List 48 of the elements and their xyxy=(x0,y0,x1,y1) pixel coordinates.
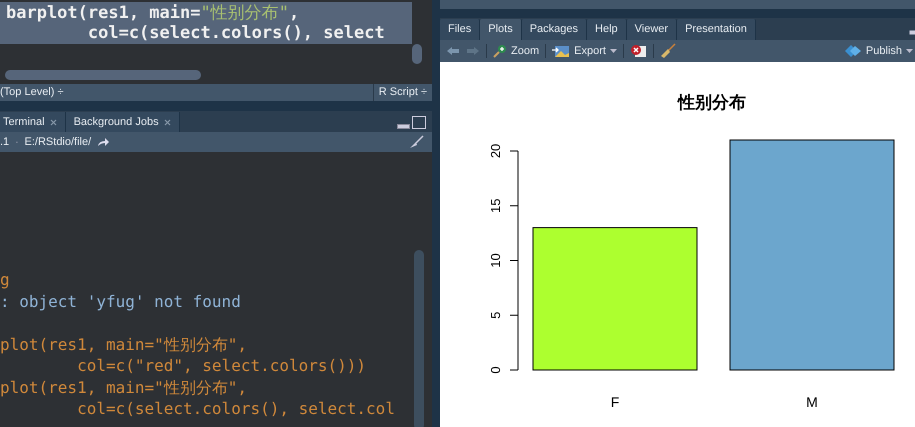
caret-icon xyxy=(906,49,913,53)
close-icon[interactable] xyxy=(164,118,171,126)
scrollbar[interactable] xyxy=(414,250,424,427)
console-line: plot(res1, main="性别分布", xyxy=(0,376,248,398)
image-icon xyxy=(552,44,570,58)
error-message: : object 'yfug' not found xyxy=(0,290,242,312)
publish-icon xyxy=(844,44,862,58)
tab[interactable]: Packages xyxy=(522,19,588,40)
category-label: F xyxy=(610,394,620,410)
axis-tick-label: 10 xyxy=(488,253,503,268)
caret-icon xyxy=(610,49,617,53)
minimize-icon[interactable] xyxy=(909,30,915,35)
delete-plot-icon[interactable] xyxy=(630,44,647,58)
tab[interactable]: Terminal xyxy=(0,112,66,132)
tab[interactable]: Help xyxy=(587,19,627,40)
axis-tick-label: 20 xyxy=(488,144,503,158)
magnifier-icon xyxy=(493,44,507,58)
arrow-icon[interactable] xyxy=(97,137,110,147)
console-line: col=c("red", select.colors())) xyxy=(76,355,368,376)
console-line: g xyxy=(0,269,11,290)
code-line: barplot(res1, main="性别分布", xyxy=(6,3,300,23)
scope-selector[interactable]: (Top Level) ÷ xyxy=(0,84,64,101)
close-icon[interactable] xyxy=(50,118,57,126)
broom-icon[interactable] xyxy=(660,43,676,59)
publish-button[interactable]: Publish xyxy=(844,42,913,60)
tab[interactable]: Files xyxy=(440,19,480,40)
maximize-icon[interactable] xyxy=(412,116,426,129)
axis-tick-label: 5 xyxy=(488,312,503,319)
category-label: M xyxy=(806,394,818,410)
export-button[interactable]: Export xyxy=(552,42,617,60)
scrollbar[interactable] xyxy=(412,44,422,64)
separator-dot: · xyxy=(15,136,19,150)
chart-title: 性别分布 xyxy=(678,93,746,113)
r-version: .1 xyxy=(0,134,10,150)
working-directory: E:/RStdio/file/ xyxy=(24,134,92,150)
tab[interactable]: Background Jobs xyxy=(66,112,180,132)
broom-icon[interactable] xyxy=(408,135,424,149)
zoom-button[interactable]: Zoom xyxy=(493,42,540,60)
tab[interactable]: Presentation xyxy=(677,19,756,40)
scrollbar[interactable] xyxy=(5,70,201,80)
console-line: plot(res1, main="性别分布", xyxy=(0,334,248,355)
tab[interactable]: Plots xyxy=(480,19,522,40)
console-line: col=c(select.colors(), select.col xyxy=(76,398,396,420)
tab[interactable]: Viewer xyxy=(626,19,678,40)
axis-tick-label: 0 xyxy=(488,366,503,374)
back-arrow-icon[interactable] xyxy=(446,46,460,56)
code-line: col=c(select.colors(), select xyxy=(86,23,386,43)
axis-tick-label: 15 xyxy=(488,198,503,213)
